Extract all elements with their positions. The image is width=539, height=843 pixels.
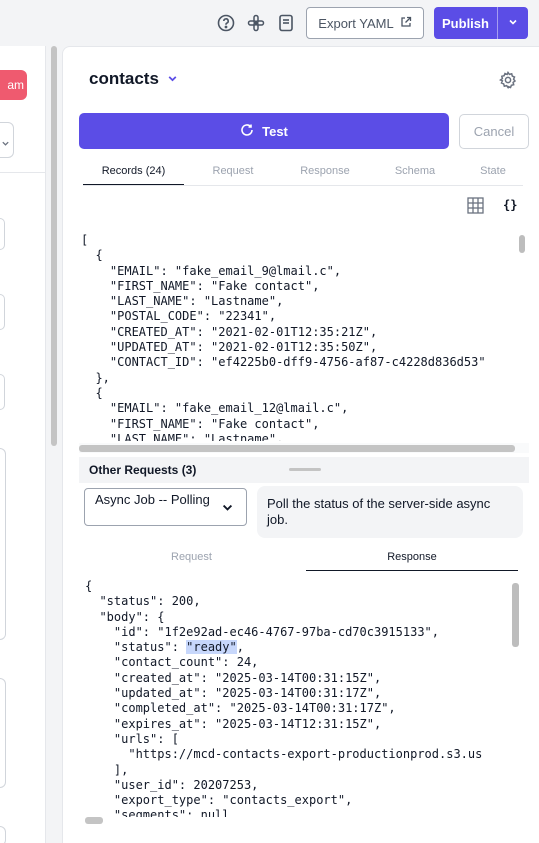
publish-button[interactable]: Publish xyxy=(434,7,497,39)
response-line: "status": 200, xyxy=(85,594,201,609)
stream-panel: contacts Test Cancel Records (24) Reques… xyxy=(62,46,539,843)
response-line: "contact_count": 24, xyxy=(85,655,259,670)
json-view-icon[interactable]: {} xyxy=(503,198,517,212)
chevron-down-icon xyxy=(508,14,518,32)
response-line: "urls": [ xyxy=(85,731,179,746)
records-line: "LAST_NAME": "Lastname", xyxy=(81,431,284,441)
chevron-down-icon xyxy=(167,69,178,89)
response-line: ], xyxy=(85,762,129,777)
records-line: "FIRST_NAME": "Fake contact", xyxy=(81,278,320,293)
test-label: Test xyxy=(262,123,288,139)
book-icon[interactable] xyxy=(276,13,296,33)
subtab-request[interactable]: Request xyxy=(113,551,270,571)
cancel-button[interactable]: Cancel xyxy=(459,114,529,149)
tab-records[interactable]: Records (24) xyxy=(83,165,184,185)
slack-icon[interactable] xyxy=(246,13,266,33)
table-view-icon[interactable] xyxy=(467,197,485,215)
records-line: [ xyxy=(81,233,89,247)
records-line: "FIRST_NAME": "Fake contact", xyxy=(81,416,320,431)
records-vertical-scrollbar[interactable] xyxy=(517,233,527,441)
stream-title[interactable]: contacts xyxy=(89,69,178,89)
help-circle-icon[interactable] xyxy=(216,13,236,33)
left-field-1[interactable] xyxy=(0,218,5,250)
response-line: "https://mcd-contacts-export-productionp… xyxy=(85,747,483,762)
response-line: "id": "1f2e92ad-ec46-4767-97ba-cd70c3915… xyxy=(85,624,440,639)
refresh-icon xyxy=(240,123,254,140)
chevron-down-icon xyxy=(1,135,10,153)
other-requests-header[interactable]: Other Requests (3) xyxy=(79,457,529,483)
records-line: "CREATED_AT": "2021-02-01T12:35:21Z", xyxy=(81,324,378,339)
tab-state[interactable]: State xyxy=(463,165,523,185)
records-horizontal-scrollbar[interactable] xyxy=(79,443,529,453)
records-hscrollbar-thumb[interactable] xyxy=(79,445,515,452)
left-section-2 xyxy=(0,678,6,788)
request-description: Poll the status of the server-side async… xyxy=(257,486,523,538)
left-panel: am xyxy=(0,46,46,843)
export-yaml-button[interactable]: Export YAML xyxy=(306,7,424,39)
subtab-response[interactable]: Response xyxy=(306,551,518,571)
response-line: "created_at": "2025-03-14T00:31:15Z", xyxy=(85,670,382,685)
left-scrollbar-thumb[interactable] xyxy=(51,46,57,446)
resize-handle[interactable] xyxy=(289,468,321,471)
response-line: "updated_at": "2025-03-14T00:31:17Z", xyxy=(85,686,382,701)
records-line: }, xyxy=(81,370,110,385)
records-line: "EMAIL": "fake_email_9@lmail.c", xyxy=(81,263,342,278)
result-tabs: Records (24) Request Response Schema Sta… xyxy=(83,165,539,185)
records-line: "EMAIL": "fake_email_12@lmail.c", xyxy=(81,401,349,416)
response-line: "status": "ready", xyxy=(85,640,244,655)
other-requests-title: Other Requests (3) xyxy=(89,463,197,477)
response-line: "export_type": "contacts_export", xyxy=(85,793,353,808)
left-section-3 xyxy=(0,826,6,843)
response-horizontal-scrollbar[interactable] xyxy=(83,815,523,825)
response-scrollbar-thumb[interactable] xyxy=(512,583,519,647)
records-json-viewer[interactable]: [ { "EMAIL": "fake_email_9@lmail.c", "FI… xyxy=(81,233,513,441)
records-line: { xyxy=(81,385,103,400)
gear-icon[interactable] xyxy=(498,70,519,91)
response-json-viewer[interactable]: { "status": 200, "body": { "id": "1f2e92… xyxy=(85,579,509,817)
response-line: "body": { xyxy=(85,609,165,624)
left-select[interactable] xyxy=(0,122,14,158)
chevron-down-icon xyxy=(221,501,235,515)
left-field-2[interactable] xyxy=(0,294,5,330)
left-divider xyxy=(0,172,46,173)
selected-text: "ready" xyxy=(186,640,237,655)
tab-request[interactable]: Request xyxy=(195,165,271,185)
tabs-divider xyxy=(83,185,523,186)
response-line: { xyxy=(85,579,93,593)
left-scrollbar[interactable] xyxy=(50,46,58,456)
top-bar: Export YAML Publish xyxy=(0,0,539,46)
tab-response[interactable]: Response xyxy=(283,165,367,185)
records-line: "LAST_NAME": "Lastname", xyxy=(81,294,284,309)
request-select-value: Async Job -- Polling xyxy=(95,492,210,507)
response-hscrollbar-thumb[interactable] xyxy=(85,817,103,824)
left-section-1 xyxy=(0,448,6,640)
response-line: "expires_at": "2025-03-14T12:31:15Z", xyxy=(85,716,382,731)
request-select[interactable]: Async Job -- Polling xyxy=(84,488,247,526)
app-root: Export YAML Publish am contacts Test Can… xyxy=(0,0,539,843)
response-vertical-scrollbar[interactable] xyxy=(509,581,521,817)
left-field-3[interactable] xyxy=(0,374,5,410)
records-line: "CONTACT_ID": "ef4225b0-dff9-4756-af87-c… xyxy=(81,355,486,370)
response-line: "user_id": 20207253, xyxy=(85,777,259,792)
records-line: { xyxy=(81,248,103,263)
response-line: "completed_at": "2025-03-14T00:31:17Z", xyxy=(85,701,396,716)
left-danger-button[interactable]: am xyxy=(0,70,27,100)
publish-options-button[interactable] xyxy=(498,7,528,39)
records-line: "POSTAL_CODE": "22341", xyxy=(81,309,277,324)
tab-schema[interactable]: Schema xyxy=(379,165,451,185)
stream-name: contacts xyxy=(89,69,159,88)
records-line: "UPDATED_AT": "2021-02-01T12:35:50Z", xyxy=(81,340,378,355)
records-scrollbar-thumb[interactable] xyxy=(519,235,525,253)
export-yaml-label: Export YAML xyxy=(318,15,394,31)
external-link-icon xyxy=(400,16,412,31)
other-request-tabs: Request Response xyxy=(113,551,518,571)
publish-button-group: Publish xyxy=(434,7,528,39)
test-button[interactable]: Test xyxy=(79,113,449,149)
